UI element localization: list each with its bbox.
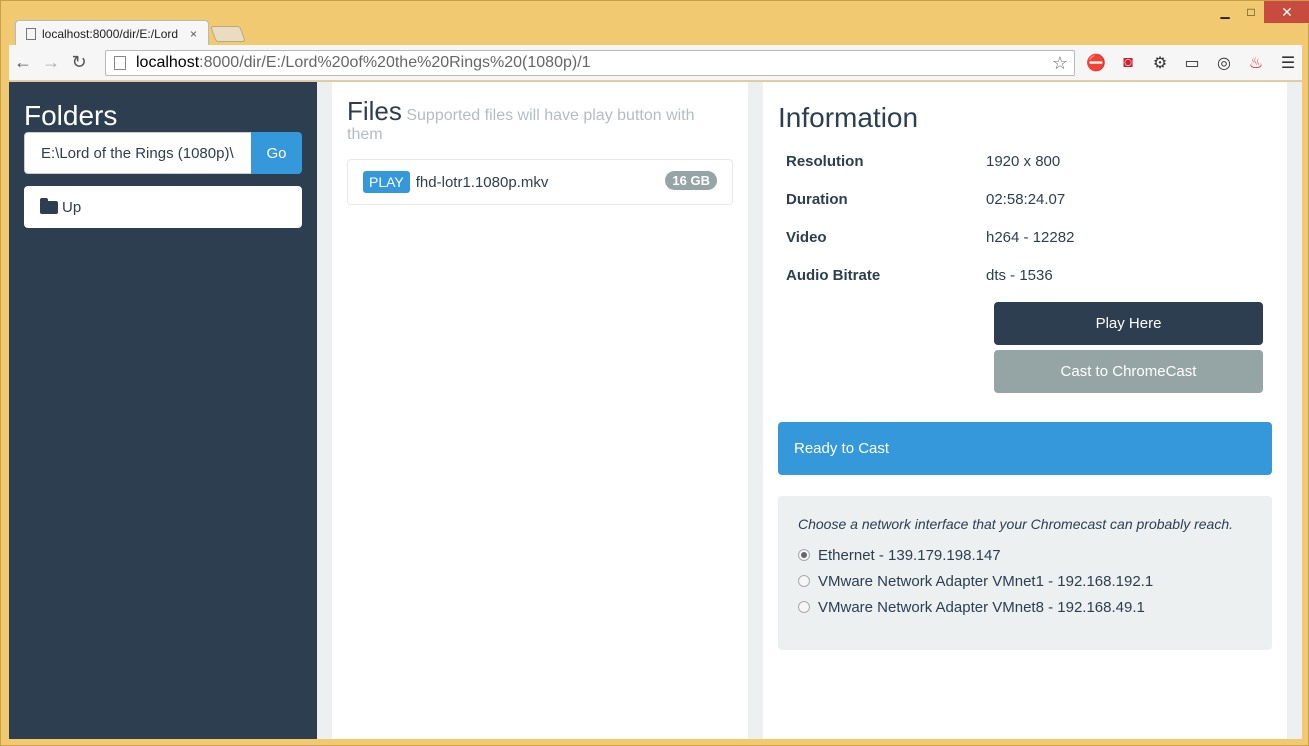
stop-icon[interactable]: ⛔ [1083, 50, 1109, 76]
play-here-button[interactable]: Play Here [994, 302, 1263, 345]
tab-close-icon[interactable]: × [190, 27, 197, 41]
go-button[interactable]: Go [251, 132, 302, 174]
play-button[interactable]: PLAY [363, 171, 410, 193]
tab-strip: localhost:8000/dir/E:/Lord × ▁ □ ✕ [1, 1, 1309, 46]
info-row-duration: Duration 02:58:24.07 [778, 180, 1268, 218]
info-value: 1920 x 800 [986, 152, 1061, 170]
info-value: dts - 1536 [986, 266, 1053, 284]
radio-button[interactable] [798, 601, 810, 613]
page-icon [26, 27, 36, 40]
info-key: Resolution [786, 152, 864, 170]
info-row-resolution: Resolution 1920 x 800 [778, 142, 1268, 180]
cast-icon[interactable]: ▭ [1179, 50, 1205, 76]
info-row-audio-bitrate: Audio Bitrate dts - 1536 [778, 256, 1268, 294]
folder-path-input[interactable]: E:\Lord of the Rings (1080p)\ [24, 132, 252, 174]
cast-status-alert: Ready to Cast [778, 422, 1272, 475]
page-content: Folders E:\Lord of the Rings (1080p)\ Go… [9, 82, 1302, 739]
reload-button[interactable]: ↻ [65, 49, 93, 77]
film-reel-icon[interactable]: ◎ [1211, 50, 1237, 76]
information-panel: Information Resolution 1920 x 800 Durati… [763, 82, 1287, 739]
information-title: Information [778, 102, 919, 133]
network-option-vmnet8[interactable]: VMware Network Adapter VMnet8 - 192.168.… [798, 594, 1252, 620]
file-size-badge: 16 GB [665, 171, 717, 190]
files-panel: Files Supported files will have play but… [332, 82, 748, 739]
page-icon [114, 56, 126, 70]
minimize-button[interactable]: ▁ [1212, 1, 1238, 23]
info-row-video: Video h264 - 12282 [778, 218, 1268, 256]
radio-button[interactable] [798, 575, 810, 587]
fire-icon[interactable]: ♨ [1243, 50, 1269, 76]
window-controls: ▁ □ ✕ [1212, 1, 1309, 23]
url-host: localhost [136, 54, 200, 71]
network-option-label: Ethernet - 139.179.198.147 [818, 546, 1001, 564]
network-option-ethernet[interactable]: Ethernet - 139.179.198.147 [798, 542, 1252, 568]
browser-window: localhost:8000/dir/E:/Lord × ▁ □ ✕ ← → ↻… [0, 0, 1309, 746]
back-button[interactable]: ← [9, 49, 37, 77]
gear-icon[interactable]: ⚙ [1147, 50, 1173, 76]
network-option-label: VMware Network Adapter VMnet1 - 192.168.… [818, 572, 1154, 590]
info-key: Video [786, 228, 827, 246]
files-title: Files [347, 96, 402, 126]
radio-button[interactable] [798, 549, 810, 561]
folders-sidebar: Folders E:\Lord of the Rings (1080p)\ Go… [9, 82, 317, 739]
network-option-label: VMware Network Adapter VMnet8 - 192.168.… [818, 598, 1145, 616]
up-button[interactable]: Up [24, 186, 302, 228]
pocket-icon[interactable]: ◙ [1115, 50, 1141, 76]
forward-button[interactable]: → [37, 49, 65, 77]
list-item[interactable]: PLAY fhd-lotr1.1080p.mkv 16 GB [347, 159, 733, 205]
browser-toolbar: ← → ↻ localhost:8000/dir/E:/Lord%20of%20… [9, 45, 1302, 81]
tab-title: localhost:8000/dir/E:/Lord [42, 26, 179, 41]
up-label: Up [62, 198, 82, 216]
file-name[interactable]: fhd-lotr1.1080p.mkv [416, 174, 549, 191]
info-key: Duration [786, 190, 848, 208]
network-option-vmnet1[interactable]: VMware Network Adapter VMnet1 - 192.168.… [798, 568, 1252, 594]
info-value: h264 - 12282 [986, 228, 1075, 246]
url-path: :8000/dir/E:/Lord%20of%20the%20Rings%20(… [199, 54, 591, 71]
network-interface-box: Choose a network interface that your Chr… [778, 496, 1272, 650]
browser-tab[interactable]: localhost:8000/dir/E:/Lord × [15, 20, 209, 46]
extension-icons: ⛔ ◙ ⚙ ▭ ◎ ♨ ☰ [1083, 50, 1301, 76]
bookmark-star-icon[interactable]: ☆ [1052, 53, 1068, 74]
info-key: Audio Bitrate [786, 266, 881, 284]
network-hint: Choose a network interface that your Chr… [798, 516, 1234, 532]
menu-icon[interactable]: ☰ [1275, 50, 1301, 76]
folders-title: Folders [24, 100, 118, 131]
close-window-button[interactable]: ✕ [1264, 1, 1309, 23]
info-value: 02:58:24.07 [986, 190, 1066, 208]
folder-open-icon [40, 197, 58, 214]
new-tab-button[interactable] [210, 26, 246, 42]
cast-to-chromecast-button[interactable]: Cast to ChromeCast [994, 350, 1263, 393]
maximize-button[interactable]: □ [1238, 1, 1264, 23]
address-bar[interactable]: localhost:8000/dir/E:/Lord%20of%20the%20… [105, 50, 1075, 76]
files-header: Files Supported files will have play but… [347, 98, 727, 144]
